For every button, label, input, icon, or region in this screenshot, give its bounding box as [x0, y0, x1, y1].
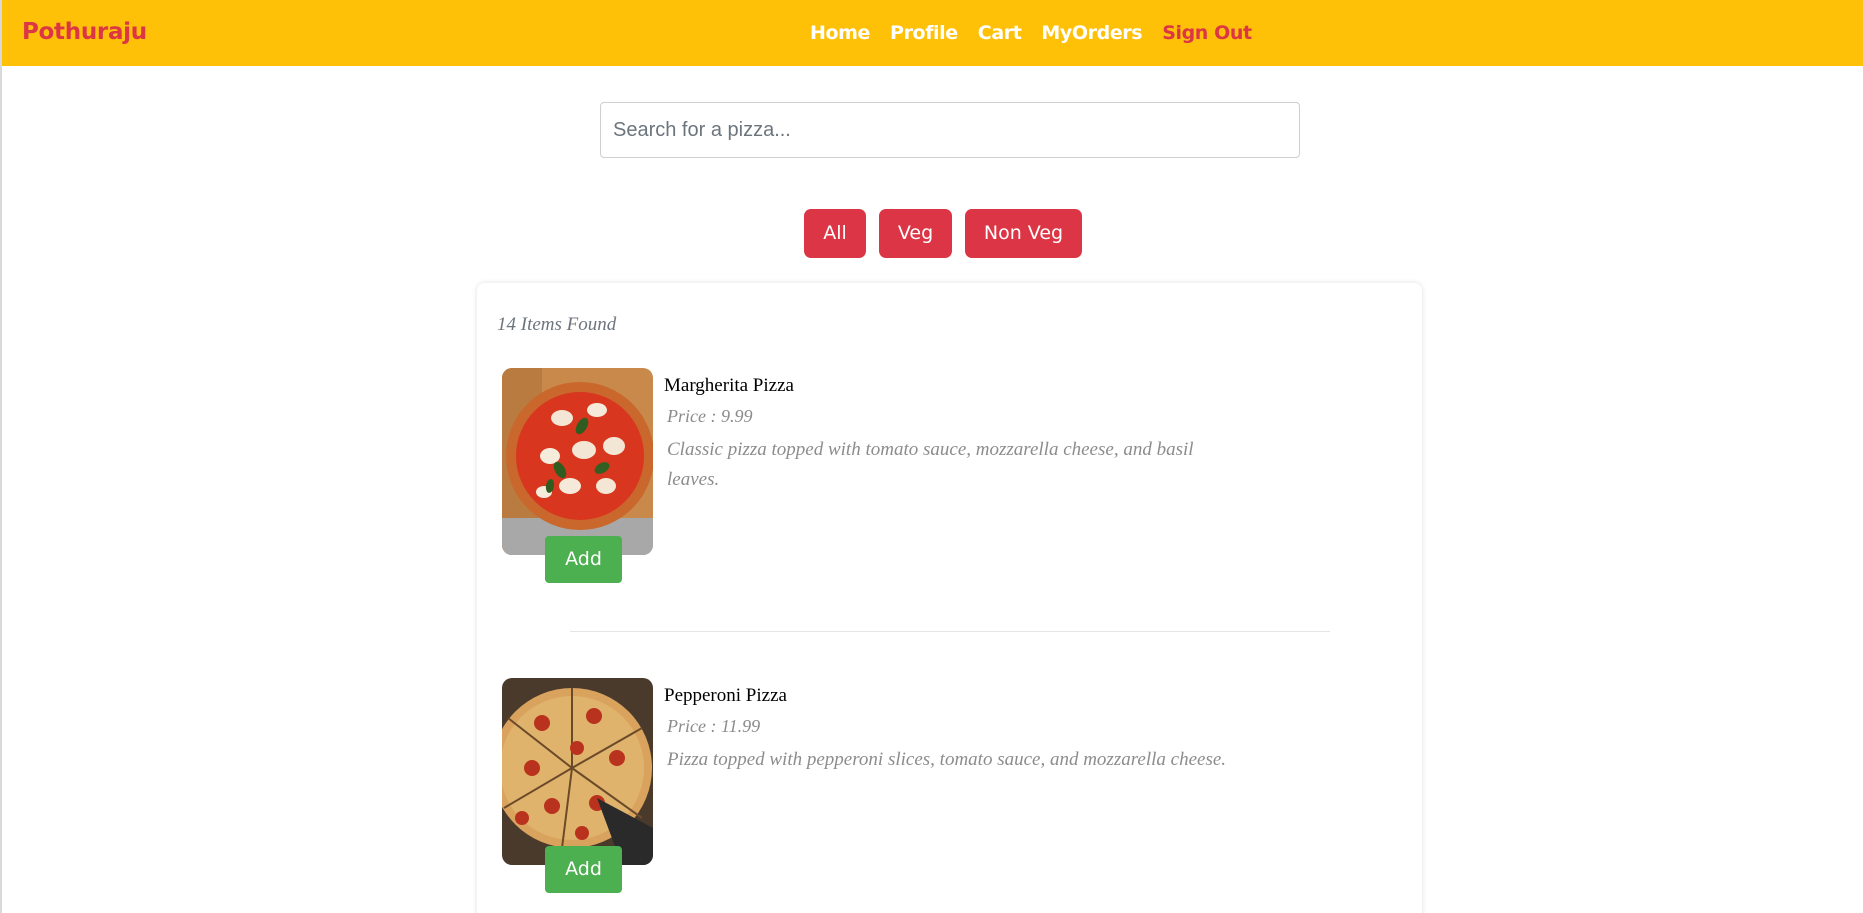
item-price: Price : 11.99 — [667, 716, 761, 736]
results-card: 14 Items Found Add Margherita Pizza Pric… — [477, 283, 1422, 913]
filter-nonveg-button[interactable]: Non Veg — [965, 209, 1082, 258]
nav-signout-link[interactable]: Sign Out — [1162, 18, 1252, 48]
filter-veg-button[interactable]: Veg — [879, 209, 952, 258]
add-to-cart-button[interactable]: Add — [545, 846, 622, 893]
item-name: Margherita Pizza — [664, 375, 794, 396]
brand-logo[interactable]: Pothuraju — [22, 17, 147, 47]
nav-profile-link[interactable]: Profile — [890, 18, 958, 48]
item-description: Pizza topped with pepperoni slices, toma… — [667, 749, 1227, 770]
navbar: Pothuraju Home Profile Cart MyOrders Sig… — [2, 0, 1863, 66]
item-price: Price : 9.99 — [667, 406, 753, 426]
list-item: Add Pepperoni Pizza Price : 11.99 Pizza … — [502, 678, 1402, 898]
nav-cart-link[interactable]: Cart — [978, 18, 1022, 48]
nav-links: Home Profile Cart MyOrders Sign Out — [810, 18, 1252, 48]
item-divider — [570, 631, 1330, 632]
margherita-pizza-image — [502, 368, 653, 555]
add-to-cart-button[interactable]: Add — [545, 536, 622, 583]
items-found-count: 14 Items Found — [497, 314, 617, 335]
item-name: Pepperoni Pizza — [664, 685, 787, 706]
nav-home-link[interactable]: Home — [810, 18, 870, 48]
search-input[interactable] — [600, 102, 1300, 158]
item-description: Classic pizza topped with tomato sauce, … — [667, 439, 1194, 490]
list-item: Add Margherita Pizza Price : 9.99 Classi… — [502, 368, 1402, 588]
pepperoni-pizza-image — [502, 678, 653, 865]
filter-all-button[interactable]: All — [804, 209, 866, 258]
nav-myorders-link[interactable]: MyOrders — [1041, 18, 1142, 48]
